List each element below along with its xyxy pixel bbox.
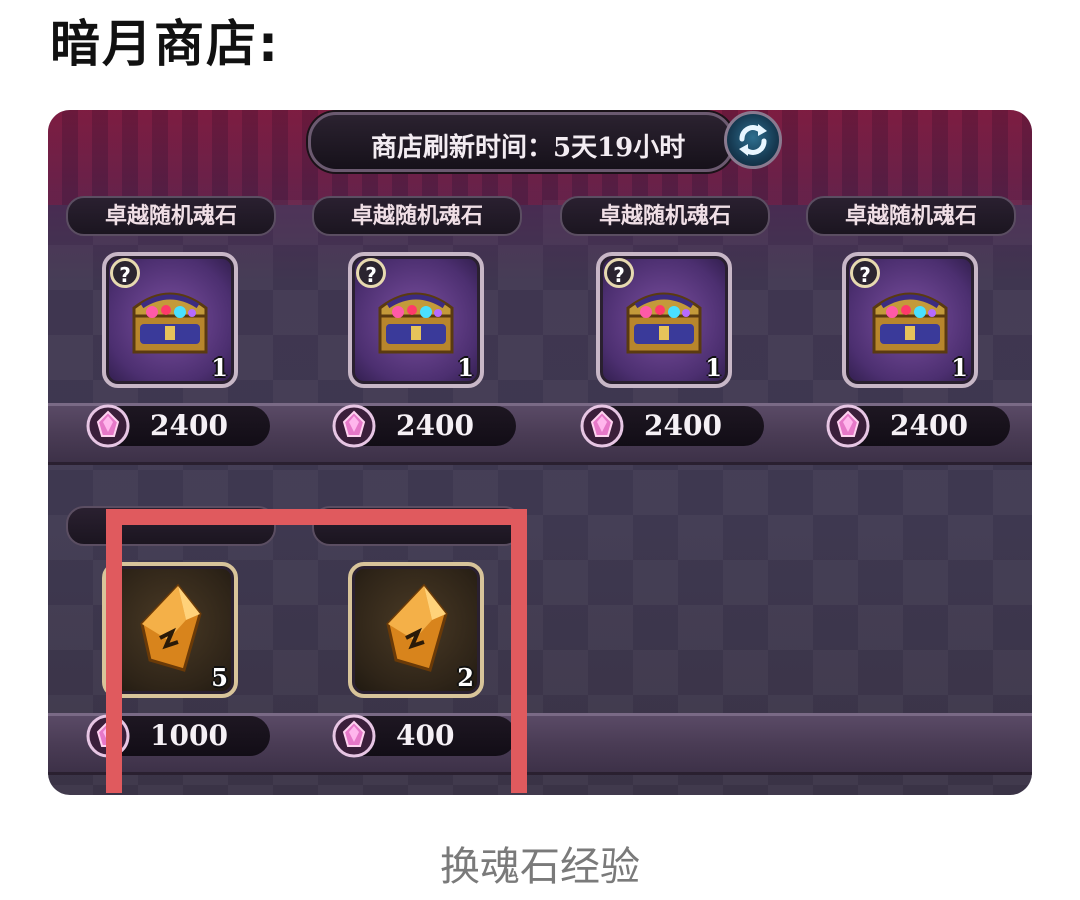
- soul-gem-icon: [332, 404, 376, 448]
- soul-crystal-icon: [386, 583, 448, 672]
- price-value: 2400: [150, 409, 228, 442]
- soul-gem-icon: [826, 404, 870, 448]
- item-frame: ? 1: [842, 252, 978, 388]
- item-title: 卓越随机魂石: [806, 196, 1016, 236]
- soul-gem-icon: [332, 714, 376, 758]
- price-tag: 2400: [66, 404, 286, 448]
- soul-gem-icon: [86, 404, 130, 448]
- item-quantity: 1: [705, 353, 722, 382]
- price-tag: 400: [312, 714, 532, 758]
- price-pill: 1000: [86, 714, 270, 758]
- item-frame: ? 1: [102, 252, 238, 388]
- item-title: 卓越随机魂石: [560, 196, 770, 236]
- shop-item-5[interactable]: 5 1000: [66, 506, 286, 786]
- treasure-chest-icon: [132, 292, 208, 354]
- item-quantity: 1: [457, 353, 474, 382]
- item-quantity: 1: [211, 353, 228, 382]
- image-caption: 换魂石经验: [440, 844, 640, 890]
- refresh-timer-text: 商店刷新时间：5天19小时: [371, 133, 686, 163]
- treasure-chest-icon: [872, 292, 948, 354]
- item-frame: ? 1: [596, 252, 732, 388]
- price-pill: 2400: [86, 404, 270, 448]
- item-title: [312, 506, 522, 546]
- price-pill: 2400: [826, 404, 1010, 448]
- item-frame: 5: [102, 562, 238, 698]
- price-tag: 2400: [806, 404, 1026, 448]
- refresh-button[interactable]: [724, 111, 782, 169]
- shop-item-1[interactable]: 卓越随机魂石 ? 1 2400: [66, 196, 286, 476]
- soul-crystal-icon: [140, 583, 202, 672]
- soul-gem-icon: [580, 404, 624, 448]
- question-badge: ?: [850, 258, 880, 288]
- price-value: 1000: [150, 719, 228, 752]
- treasure-chest-icon: [626, 292, 702, 354]
- price-value: 2400: [396, 409, 474, 442]
- price-tag: 2400: [312, 404, 532, 448]
- price-tag: 1000: [66, 714, 286, 758]
- refresh-timer-bar: 商店刷新时间：5天19小时: [308, 112, 734, 172]
- shop-item-4[interactable]: 卓越随机魂石 ? 1 2400: [806, 196, 1026, 476]
- item-quantity: 5: [211, 663, 228, 692]
- treasure-chest-icon: [378, 292, 454, 354]
- price-tag: 2400: [560, 404, 780, 448]
- price-value: 400: [396, 719, 455, 752]
- question-badge: ?: [110, 258, 140, 288]
- item-quantity: 1: [951, 353, 968, 382]
- page-heading: 暗月商店:: [50, 15, 280, 73]
- price-value: 2400: [644, 409, 722, 442]
- price-pill: 2400: [332, 404, 516, 448]
- shop-item-6[interactable]: 2 400: [312, 506, 532, 786]
- soul-gem-icon: [86, 714, 130, 758]
- item-title: 卓越随机魂石: [66, 196, 276, 236]
- shop-screenshot: 商店刷新时间：5天19小时 卓越随机魂石 ? 1 2400 卓越随机魂石 ? 1…: [48, 110, 1032, 795]
- question-badge: ?: [356, 258, 386, 288]
- page: 暗月商店: 商店刷新时间：5天19小时 卓越随机魂石 ? 1 2400 卓越随机…: [0, 0, 1080, 900]
- item-title: [66, 506, 276, 546]
- question-badge: ?: [604, 258, 634, 288]
- refresh-icon: [739, 124, 767, 156]
- price-value: 2400: [890, 409, 968, 442]
- item-frame: 2: [348, 562, 484, 698]
- item-title: 卓越随机魂石: [312, 196, 522, 236]
- item-frame: ? 1: [348, 252, 484, 388]
- shop-item-3[interactable]: 卓越随机魂石 ? 1 2400: [560, 196, 780, 476]
- price-pill: 400: [332, 714, 516, 758]
- price-pill: 2400: [580, 404, 764, 448]
- item-quantity: 2: [457, 663, 474, 692]
- shop-item-2[interactable]: 卓越随机魂石 ? 1 2400: [312, 196, 532, 476]
